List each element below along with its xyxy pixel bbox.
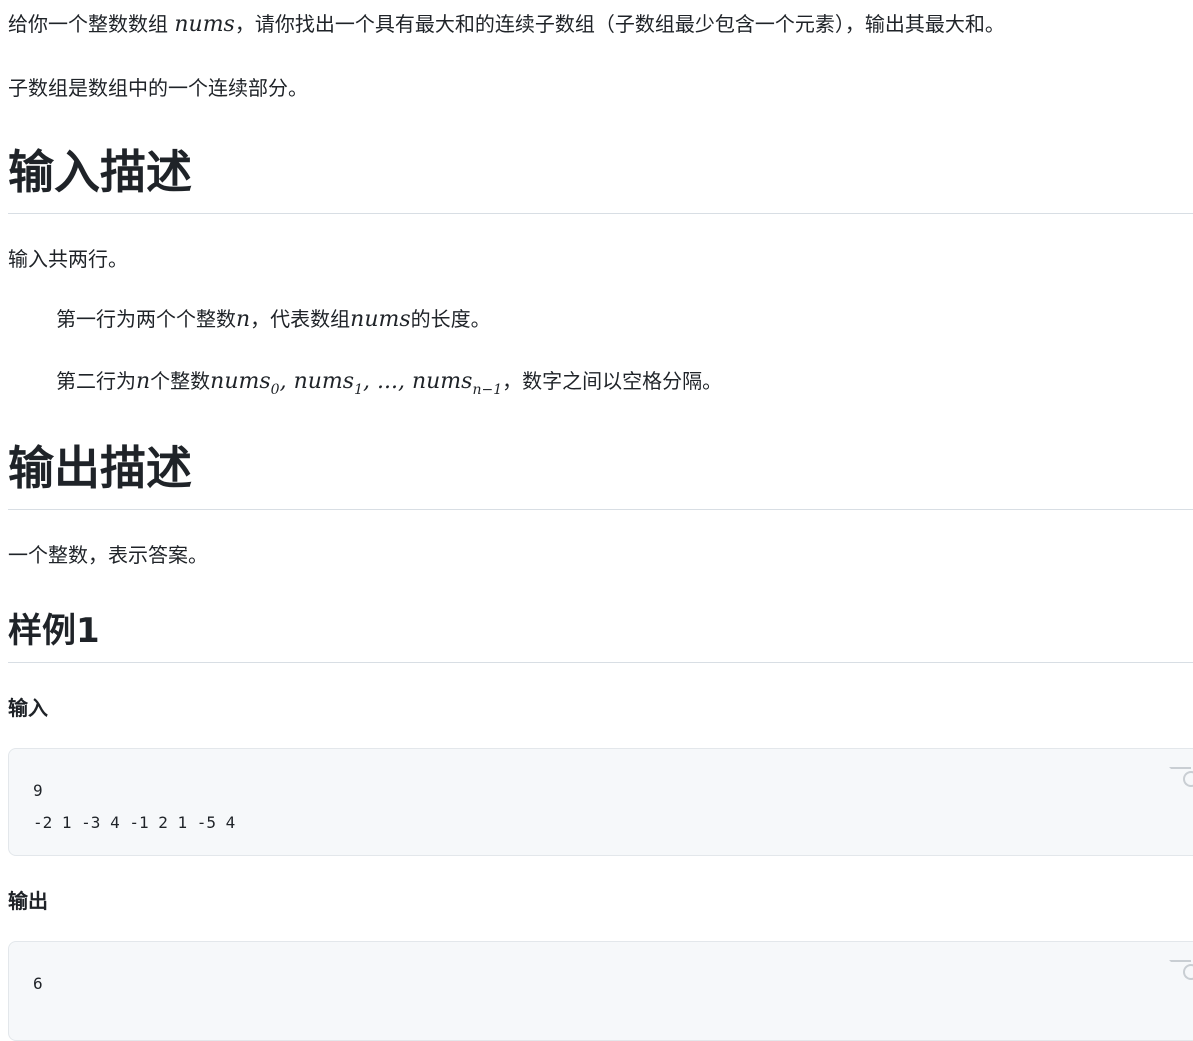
input-description-heading: 输入描述 [8,145,192,199]
row1-var-n: n [236,307,251,332]
example-heading: 样例1 [8,611,100,651]
example-input-code-block: 9 -2 1 -3 4 -1 2 1 -5 4 [8,748,1193,856]
row2-text-b: 个整数 [150,369,211,393]
output-text: 一个整数，表示答案。 [8,543,208,567]
input-row-1-description: 第一行为两个个整数n，代表数组nums的长度。 [56,305,491,334]
row1-text-a: 第一行为两个个整数 [56,307,236,331]
input-row-2-description: 第二行为n个整数nums0, nums1, ..., numsn−1，数字之间以… [56,367,723,398]
example-input-code: 9 -2 1 -3 4 -1 2 1 -5 4 [33,781,236,832]
example-output-code: 6 [33,974,43,993]
intro-text-a: 给你一个整数数组 [8,12,175,36]
row2-text-a: 第二行为 [56,369,136,393]
copy-icon[interactable] [1169,767,1193,797]
row2-nums-0: nums0, nums1, ..., numsn−1 [210,369,503,398]
intro-line-1: 给你一个整数数组 nums，请你找出一个具有最大和的连续子数组（子数组最少包含一… [8,10,1005,39]
heading-divider [8,662,1193,663]
example-output-code-block: 6 [8,941,1193,1041]
row1-var-nums: nums [350,307,411,332]
row1-text-b: ，代表数组 [250,307,351,331]
intro-var-nums: nums [174,12,235,37]
intro-line-2: 子数组是数组中的一个连续部分。 [8,76,308,100]
copy-icon[interactable] [1169,960,1193,990]
example-input-label: 输入 [8,696,48,720]
row2-var-n: n [136,369,151,394]
heading-divider [8,213,1193,214]
input-summary: 输入共两行。 [8,247,128,271]
intro-text-b: ，请你找出一个具有最大和的连续子数组（子数组最少包含一个元素），输出其最大和。 [234,12,1005,36]
row1-text-c: 的长度。 [410,307,491,331]
heading-divider [8,509,1193,510]
row2-text-c: ，数字之间以空格分隔。 [502,369,723,393]
example-output-label: 输出 [8,889,48,913]
output-description-heading: 输出描述 [8,441,192,495]
